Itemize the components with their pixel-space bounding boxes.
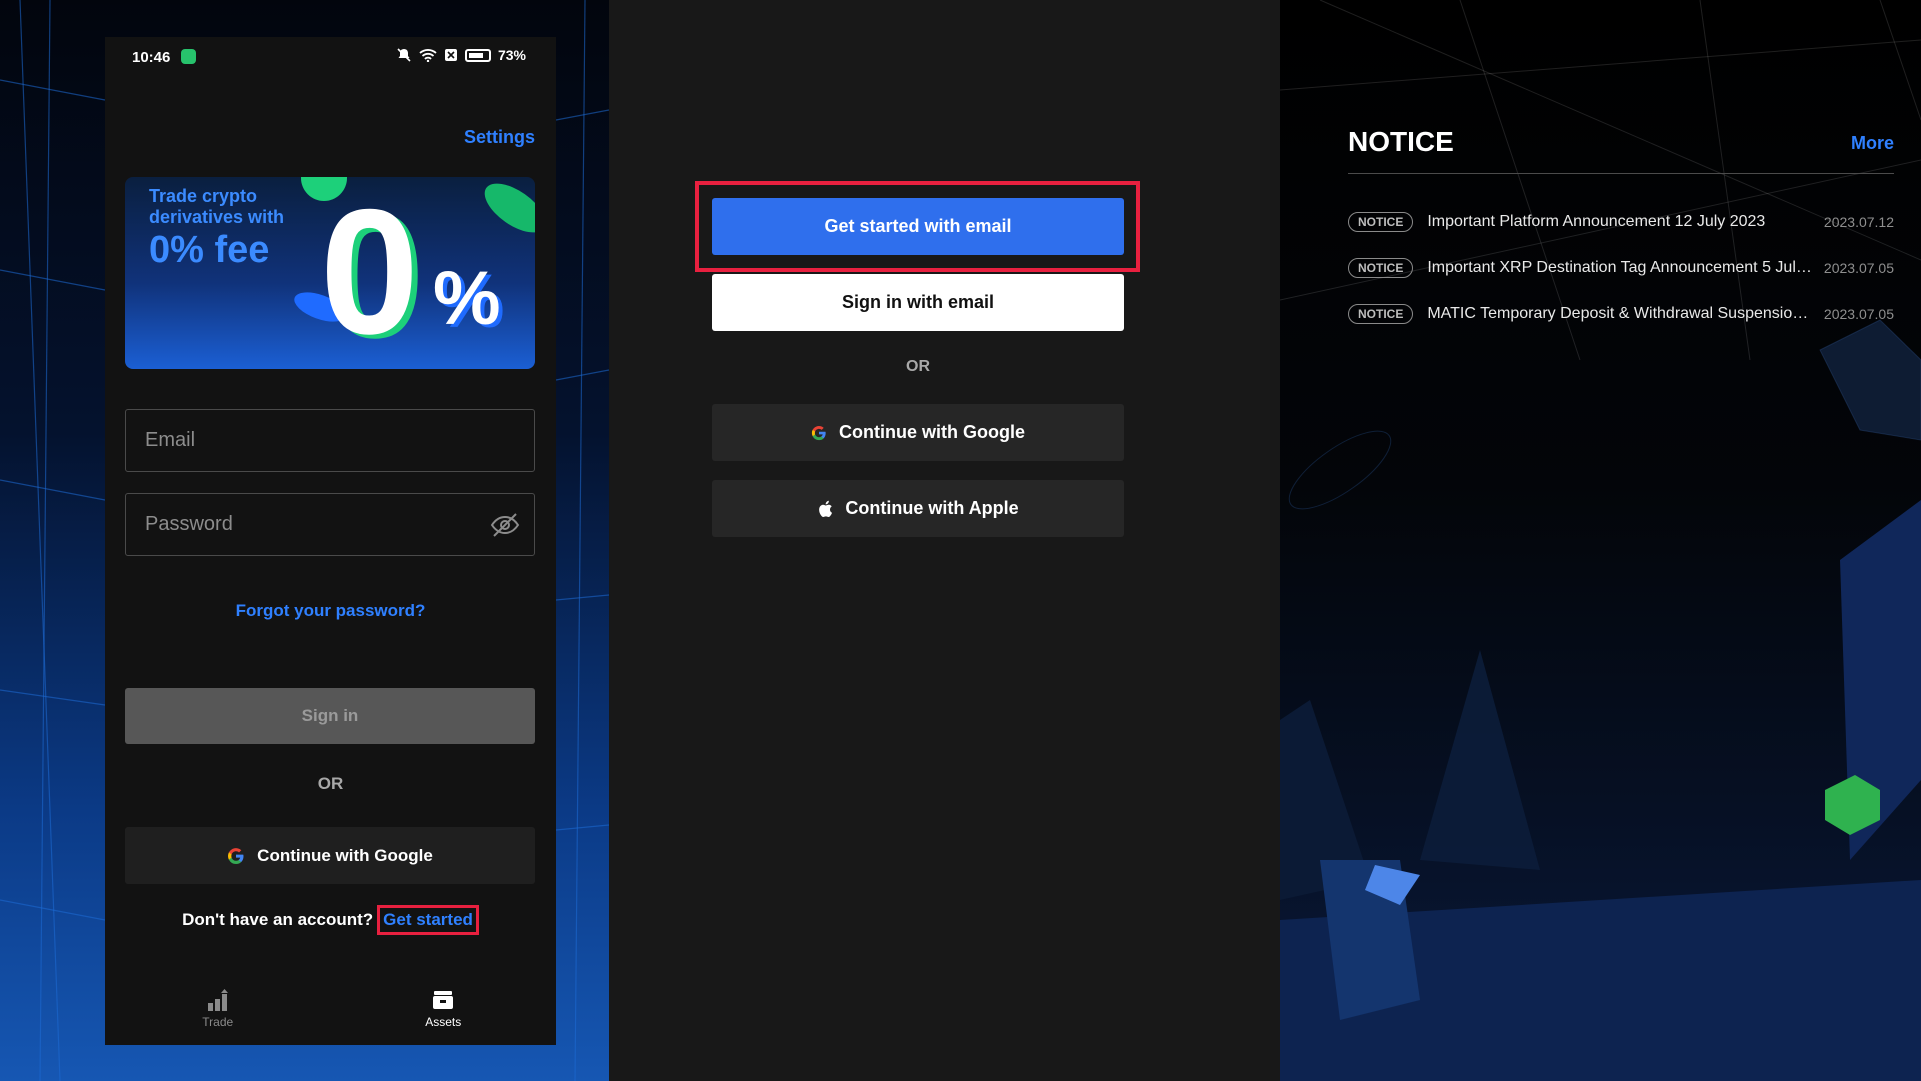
apple-button-label: Continue with Apple [845,498,1019,518]
sim-icon [444,49,457,61]
notice-item-date: 2023.07.12 [1823,214,1894,230]
promo-headline-line1: Trade crypto [149,186,258,206]
google-g-icon [228,847,244,864]
promo-fee: 0% fee [149,229,270,271]
notice-more-link[interactable]: More [1851,133,1894,154]
get-started-link[interactable]: Get started [377,905,479,935]
notice-badge: NOTICE [1348,258,1414,278]
notice-item-date: 2023.07.05 [1823,260,1894,276]
promo-big-percent: % [433,256,501,341]
sign-in-button[interactable]: Sign in [125,688,535,744]
notice-item-title: MATIC Temporary Deposit & Withdrawal Sus… [1427,305,1812,322]
login-screen-panel: 10:46 73% Settings Trade crypto derivati… [0,0,609,1081]
or-divider: OR [906,358,930,375]
password-placeholder: Password [145,513,233,535]
notice-item[interactable]: NOTICE Important XRP Destination Tag Ann… [1348,256,1894,280]
assets-wallet-icon [433,991,454,1009]
tab-trade-label: Trade [202,1015,234,1029]
google-button-label: Continue with Google [839,422,1025,442]
battery-icon [464,48,491,62]
notice-item-title: Important XRP Destination Tag Announceme… [1427,259,1812,276]
notice-title: NOTICE [1348,126,1454,157]
status-bar: 10:46 73% [105,37,556,75]
promo-coin-right [476,177,535,243]
tab-assets[interactable]: Assets [331,973,557,1045]
bottom-tab-bar: Trade Assets [105,973,556,1045]
background-3d-scene [1280,0,1921,1081]
notification-app-icon [181,49,196,64]
phone-screen: 10:46 73% Settings Trade crypto derivati… [105,37,556,1045]
continue-with-google-button[interactable]: Continue with Google [125,827,535,884]
sign-in-with-email-button[interactable]: Sign in with email [712,274,1124,331]
notice-item-title: Important Platform Announcement 12 July … [1427,213,1766,230]
tab-assets-label: Assets [425,1015,462,1029]
notice-item[interactable]: NOTICE Important Platform Announcement 1… [1348,210,1894,234]
signup-prompt: Don't have an account? Get started [105,905,556,935]
google-g-icon [811,425,826,440]
trade-chart-icon [207,989,228,1011]
promo-headline-line2: derivatives with [149,207,285,227]
continue-with-google-button[interactable]: Continue with Google [712,404,1124,461]
apple-icon [819,500,833,517]
get-started-with-email-button[interactable]: Get started with email [712,198,1124,255]
continue-with-apple-button[interactable]: Continue with Apple [712,480,1124,537]
notice-item[interactable]: NOTICE MATIC Temporary Deposit & Withdra… [1348,302,1894,326]
promo-banner[interactable]: Trade crypto derivatives with 0% fee 0 % [125,177,535,369]
forgot-password-link[interactable]: Forgot your password? [105,601,556,621]
no-account-text: Don't have an account? [182,910,374,929]
notice-panel: NOTICE More NOTICE Important Platform An… [1280,0,1921,1081]
notice-badge: NOTICE [1348,304,1414,324]
tab-trade[interactable]: Trade [105,973,331,1045]
status-time: 10:46 [132,49,171,66]
google-button-label: Continue with Google [257,845,433,865]
or-divider: OR [317,774,344,793]
promo-big-zero: 0 [320,177,419,369]
eye-off-icon[interactable] [490,512,520,538]
mute-icon [397,48,411,62]
settings-link[interactable]: Settings [464,127,535,148]
signup-options-panel: Get started with email Sign in with emai… [609,0,1280,1081]
password-field[interactable]: Password [125,493,535,556]
notice-badge: NOTICE [1348,212,1414,232]
wifi-icon [419,49,437,62]
email-field[interactable]: Email [125,409,535,472]
battery-percent: 73% [497,47,526,63]
notice-divider [1348,173,1894,174]
notice-item-date: 2023.07.05 [1823,306,1894,322]
